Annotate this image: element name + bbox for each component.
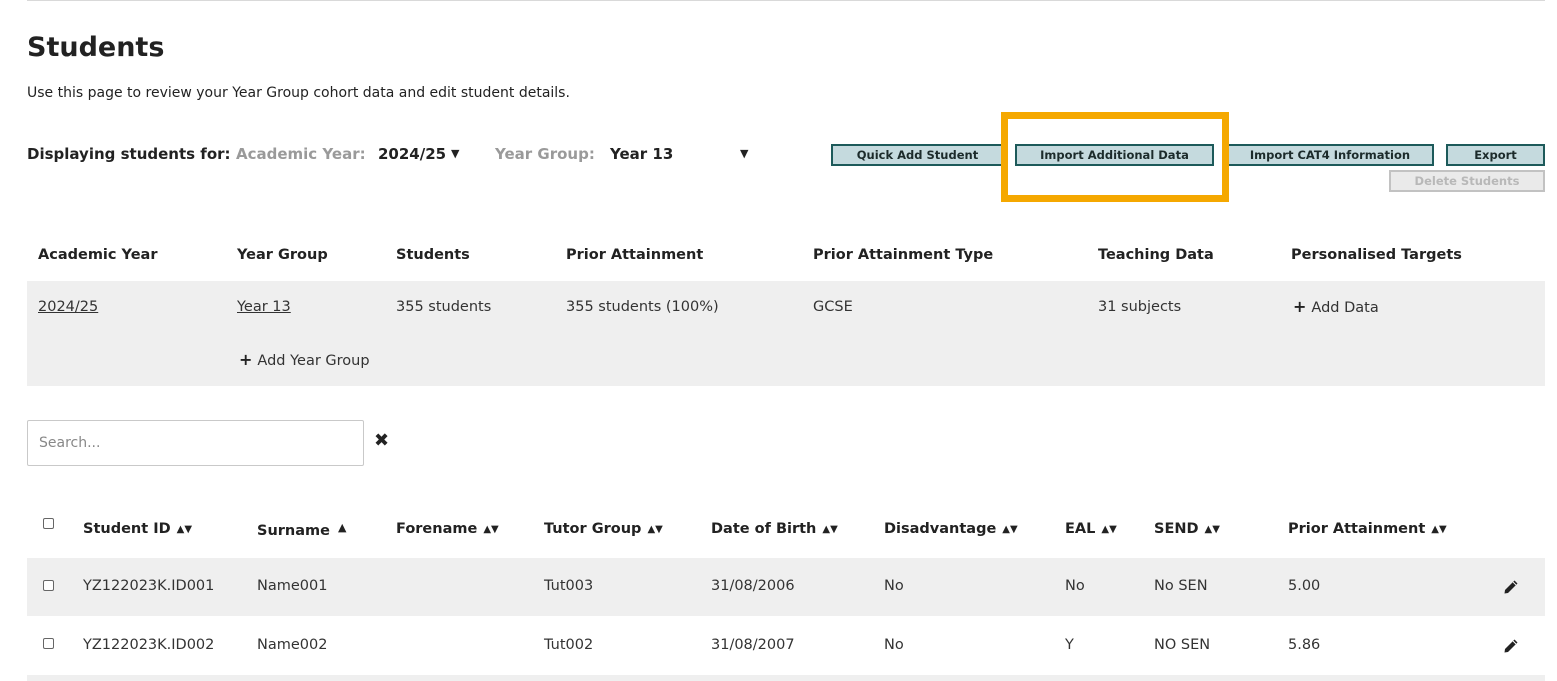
summary-header-students: Students: [396, 247, 470, 263]
column-header-surname[interactable]: Surname ▲: [257, 521, 346, 539]
cell-disadvantage: No: [884, 637, 904, 653]
import-cat4-button[interactable]: Import CAT4 Information: [1226, 144, 1434, 166]
summary-header-year-group: Year Group: [237, 247, 328, 263]
sort-icon: ▲▼: [647, 524, 663, 535]
sort-icon: ▲▼: [1204, 524, 1220, 535]
sort-icon: ▲▼: [1002, 524, 1018, 535]
cell-student-id: YZ122023K.ID001: [83, 578, 215, 594]
add-year-group-label: Add Year Group: [257, 353, 370, 369]
top-divider: [27, 0, 1545, 1]
column-header-send[interactable]: SEND ▲▼: [1154, 521, 1220, 537]
header-label: Prior Attainment: [1288, 521, 1426, 537]
close-icon[interactable]: ✖: [374, 430, 389, 451]
sort-icon: ▲▼: [822, 524, 838, 535]
column-header-prior-attainment[interactable]: Prior Attainment ▲▼: [1288, 521, 1447, 537]
header-label: Tutor Group: [544, 521, 642, 537]
cell-prior-attainment: 5.00: [1288, 578, 1321, 594]
quick-add-student-button[interactable]: Quick Add Student: [831, 144, 1004, 166]
cell-date-of-birth: 31/08/2007: [711, 637, 795, 653]
column-header-eal[interactable]: EAL ▲▼: [1065, 521, 1117, 537]
year-group-label: Year Group:: [495, 145, 595, 163]
cell-tutor-group: Tut003: [544, 578, 594, 594]
students-count: 355 students: [396, 299, 492, 315]
cell-student-id: YZ122023K.ID002: [83, 637, 215, 653]
academic-year-value: 2024/25: [378, 145, 447, 163]
summary-header-personalised-targets: Personalised Targets: [1291, 247, 1462, 263]
year-group-link[interactable]: Year 13: [237, 299, 291, 315]
academic-year-label: Academic Year:: [236, 145, 366, 163]
select-all-checkbox[interactable]: [43, 518, 54, 529]
cell-surname: Name002: [257, 637, 328, 653]
column-header-disadvantage[interactable]: Disadvantage ▲▼: [884, 521, 1018, 537]
column-header-student-id[interactable]: Student ID ▲▼: [83, 521, 192, 537]
summary-header-academic-year: Academic Year: [38, 247, 158, 263]
academic-year-link[interactable]: 2024/25: [38, 299, 98, 315]
cell-send: No SEN: [1154, 578, 1208, 594]
sort-icon: ▲▼: [1431, 524, 1447, 535]
page-title: Students: [27, 32, 165, 63]
cell-surname: Name001: [257, 578, 328, 594]
teaching-data-count: 31 subjects: [1098, 299, 1182, 315]
column-header-forename[interactable]: Forename ▲▼: [396, 521, 499, 537]
table-row: YZ122023K.ID001 Name001 Tut003 31/08/200…: [27, 558, 1545, 616]
header-label: SEND: [1154, 521, 1199, 537]
plus-icon: +: [239, 350, 253, 369]
prior-attainment-type: GCSE: [813, 299, 853, 315]
chevron-down-icon: ▼: [451, 147, 460, 160]
add-data-label: Add Data: [1311, 300, 1379, 316]
sort-icon: ▲▼: [176, 524, 193, 535]
prior-attainment-summary: 355 students (100%): [566, 299, 719, 315]
year-group-value: Year 13: [610, 145, 674, 163]
add-year-group-button[interactable]: + Add Year Group: [239, 350, 370, 369]
sort-ascending-icon: ▲: [337, 521, 347, 534]
cell-prior-attainment: 5.86: [1288, 637, 1321, 653]
cell-disadvantage: No: [884, 578, 904, 594]
header-label: Forename: [396, 521, 478, 537]
column-header-date-of-birth[interactable]: Date of Birth ▲▼: [711, 521, 838, 537]
header-label: Surname: [257, 523, 330, 539]
search-input[interactable]: [27, 420, 364, 466]
add-data-button[interactable]: + Add Data: [1293, 297, 1379, 316]
cell-tutor-group: Tut002: [544, 637, 594, 653]
table-row: YZ122023K.ID002 Name002 Tut002 31/08/200…: [27, 617, 1545, 675]
displaying-label: Displaying students for:: [27, 145, 231, 163]
header-label: Date of Birth: [711, 521, 817, 537]
row-checkbox[interactable]: [43, 580, 54, 591]
summary-header-teaching-data: Teaching Data: [1098, 247, 1214, 263]
header-label: Disadvantage: [884, 521, 997, 537]
page-subtitle: Use this page to review your Year Group …: [27, 85, 570, 101]
sort-icon: ▲▼: [483, 524, 499, 535]
chevron-down-icon: ▼: [740, 147, 749, 160]
export-button[interactable]: Export: [1446, 144, 1545, 166]
summary-row: 2024/25 Year 13 355 students 355 student…: [27, 281, 1545, 386]
summary-header-prior-attainment: Prior Attainment: [566, 247, 704, 263]
delete-students-button: Delete Students: [1389, 170, 1545, 192]
table-row: [27, 675, 1545, 681]
summary-header-prior-attainment-type: Prior Attainment Type: [813, 247, 994, 263]
header-label: Student ID: [83, 521, 171, 537]
cell-date-of-birth: 31/08/2006: [711, 578, 795, 594]
cell-eal: Y: [1065, 637, 1074, 653]
header-label: EAL: [1065, 521, 1096, 537]
import-additional-data-button[interactable]: Import Additional Data: [1015, 144, 1214, 166]
pencil-icon[interactable]: [1503, 579, 1519, 599]
column-header-tutor-group[interactable]: Tutor Group ▲▼: [544, 521, 663, 537]
cell-eal: No: [1065, 578, 1085, 594]
plus-icon: +: [1293, 297, 1307, 316]
sort-icon: ▲▼: [1101, 524, 1117, 535]
cell-send: NO SEN: [1154, 637, 1211, 653]
pencil-icon[interactable]: [1503, 638, 1519, 658]
row-checkbox[interactable]: [43, 638, 54, 649]
